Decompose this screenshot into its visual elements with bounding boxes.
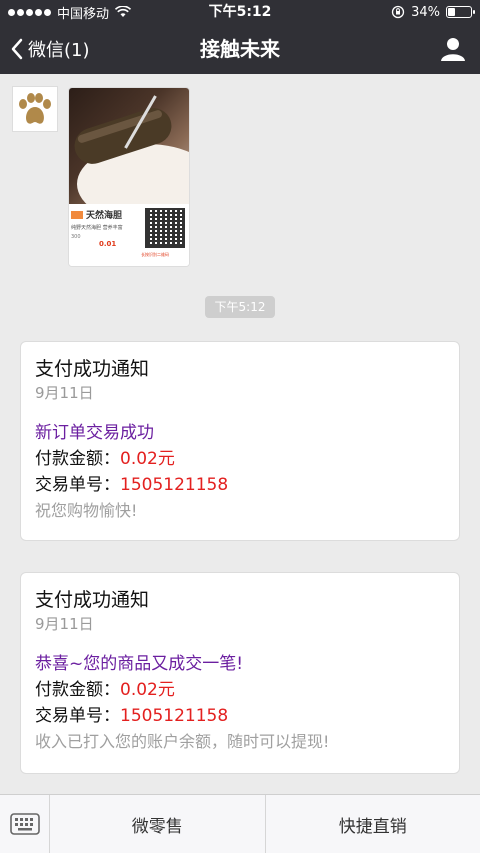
amount-row: 付款金额：0.02元 (35, 677, 445, 703)
qr-label: 长按识别二维码 (141, 252, 169, 257)
orientation-lock-icon (391, 5, 405, 19)
notice-footer: 收入已打入您的账户余额，随时可以提现! (35, 732, 330, 751)
menu-item-micro-retail[interactable]: 微零售 (50, 795, 265, 853)
product-quantity: 300 (71, 234, 81, 240)
order-row: 交易单号：1505121158 (35, 703, 445, 729)
product-title: 天然海胆 (86, 211, 123, 221)
notice-footer: 祝您购物愉快! (35, 501, 138, 520)
product-tag (71, 210, 83, 219)
order-row: 交易单号：1505121158 (35, 472, 445, 498)
notice-headline: 恭喜~您的商品又成交一笔! (35, 654, 244, 674)
keyboard-toggle-button[interactable] (0, 795, 50, 853)
amount-label: 付款金额： (35, 449, 120, 469)
amount-value: 0.02元 (120, 680, 175, 700)
bottom-menu-bar: 微零售 快捷直销 (0, 794, 480, 853)
order-value: 1505121158 (120, 706, 229, 726)
sender-avatar[interactable] (12, 86, 58, 132)
notice-headline: 新订单交易成功 (35, 423, 154, 443)
amount-value: 0.02元 (120, 449, 175, 469)
keyboard-icon (9, 813, 40, 835)
battery-level (448, 8, 455, 16)
product-card: 天然海胆 纯野天然海胆 营养丰富 300 0.01 长按识别二维码 (69, 204, 189, 266)
product-photo (69, 88, 189, 224)
notice-date: 9月11日 (35, 384, 94, 402)
nav-bar: 微信(1) 接触未来 (0, 24, 480, 74)
chat-area[interactable]: 天然海胆 纯野天然海胆 营养丰富 300 0.01 长按识别二维码 下午5:12… (0, 74, 480, 794)
payment-notice-card[interactable]: 支付成功通知 9月11日 恭喜~您的商品又成交一笔! 付款金额：0.02元 交易… (20, 572, 460, 774)
payment-notice-card[interactable]: 支付成功通知 9月11日 新订单交易成功 付款金额：0.02元 交易单号：150… (20, 341, 460, 541)
order-label: 交易单号： (35, 706, 120, 726)
message-timestamp: 下午5:12 (205, 296, 275, 318)
menu-item-quick-direct-sales[interactable]: 快捷直销 (264, 795, 480, 853)
product-subtitle: 纯野天然海胆 营养丰富 (71, 225, 123, 231)
notice-title: 支付成功通知 (35, 358, 150, 380)
product-price: 0.01 (99, 240, 117, 248)
image-message[interactable]: 天然海胆 纯野天然海胆 营养丰富 300 0.01 长按识别二维码 (68, 87, 190, 267)
notice-title: 支付成功通知 (35, 589, 150, 611)
notice-date: 9月11日 (35, 615, 94, 633)
order-value: 1505121158 (120, 475, 229, 495)
status-bar: 中国移动 下午5:12 34% (0, 0, 480, 24)
paw-icon (19, 93, 51, 124)
chat-title: 接触未来 (200, 37, 280, 61)
order-label: 交易单号： (35, 475, 120, 495)
person-icon[interactable] (440, 36, 466, 62)
status-right: 34% (391, 0, 475, 24)
amount-row: 付款金额：0.02元 (35, 446, 445, 472)
qr-code (145, 208, 185, 248)
amount-label: 付款金额： (35, 680, 120, 700)
battery-percent: 34% (411, 4, 440, 20)
battery-icon (446, 6, 475, 18)
